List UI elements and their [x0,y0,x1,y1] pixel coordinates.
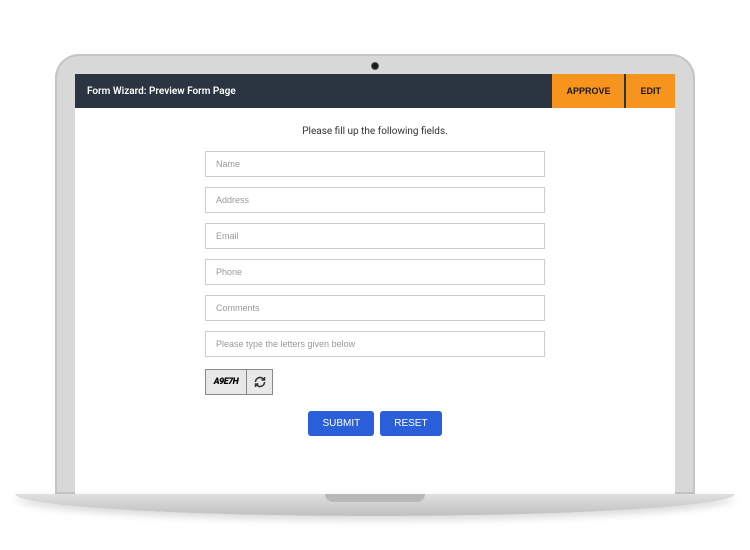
phone-field[interactable] [205,259,545,285]
refresh-icon [254,376,266,388]
comments-field[interactable] [205,295,545,321]
address-field[interactable] [205,187,545,213]
laptop-base [15,494,735,516]
submit-button[interactable]: SUBMIT [308,411,374,436]
webcam-icon [371,62,379,70]
screen-bezel: Form Wizard: Preview Form Page APPROVE E… [55,54,695,494]
email-field[interactable] [205,223,545,249]
screen-content: Form Wizard: Preview Form Page APPROVE E… [75,74,675,494]
captcha-image: A9E7H [205,369,247,395]
approve-button[interactable]: APPROVE [552,74,624,108]
captcha-row: A9E7H [205,369,545,395]
captcha-field[interactable] [205,331,545,357]
instruction-text: Please fill up the following fields. [302,126,448,137]
edit-button[interactable]: EDIT [626,74,675,108]
header-actions: APPROVE EDIT [552,74,675,108]
header-bar: Form Wizard: Preview Form Page APPROVE E… [75,74,675,108]
laptop-notch [325,494,425,502]
form-container: A9E7H SUBMIT RESET [205,151,545,436]
reset-button[interactable]: RESET [380,411,441,436]
captcha-refresh-button[interactable] [247,369,273,395]
laptop-frame: Form Wizard: Preview Form Page APPROVE E… [55,54,695,516]
form-area: Please fill up the following fields. A9E… [75,108,675,454]
form-buttons: SUBMIT RESET [205,411,545,436]
name-field[interactable] [205,151,545,177]
page-title: Form Wizard: Preview Form Page [87,86,236,97]
